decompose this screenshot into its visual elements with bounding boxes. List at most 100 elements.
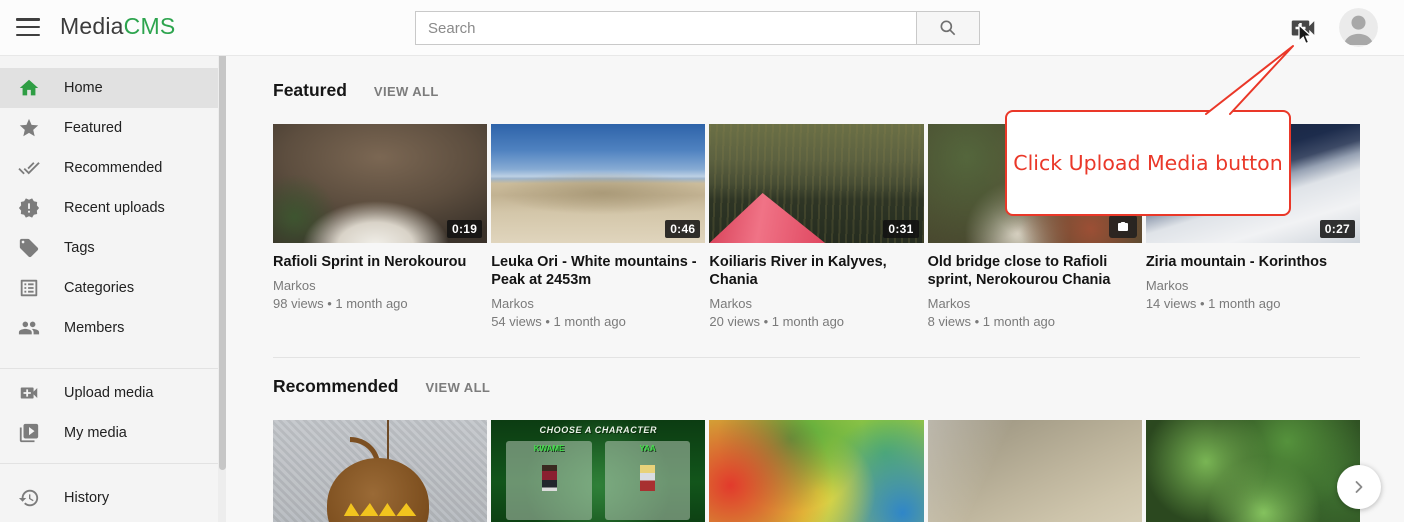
sidebar-item-label: History bbox=[64, 490, 109, 506]
annotation-callout: Click Upload Media button bbox=[1005, 110, 1291, 216]
sidebar: Home Featured Recommended Recent uploads… bbox=[0, 56, 226, 522]
search-bar bbox=[415, 11, 980, 45]
video-title[interactable]: Rafioli Sprint in Nerokourou bbox=[273, 253, 487, 271]
hamburger-menu-icon[interactable] bbox=[16, 18, 40, 38]
video-author: Markos bbox=[1146, 278, 1360, 293]
thumbnail-art: YAA bbox=[605, 441, 691, 520]
avatar-person-icon bbox=[1339, 8, 1378, 47]
sidebar-item-label: Members bbox=[64, 320, 124, 336]
app-logo[interactable]: MediaCMS bbox=[60, 13, 175, 40]
video-thumbnail[interactable] bbox=[273, 420, 487, 522]
double-check-icon bbox=[18, 157, 40, 179]
image-type-badge bbox=[1109, 215, 1137, 238]
thumbnail-art bbox=[709, 193, 825, 243]
sidebar-item-label: Home bbox=[64, 80, 103, 96]
duration-badge: 0:27 bbox=[1320, 220, 1355, 238]
new-releases-icon bbox=[18, 197, 40, 219]
upload-media-icon bbox=[18, 382, 40, 404]
sidebar-item-my-media[interactable]: My media bbox=[0, 413, 226, 453]
featured-section-header: Featured VIEW ALL bbox=[273, 56, 1360, 101]
video-thumbnail[interactable] bbox=[709, 420, 923, 522]
tag-icon bbox=[18, 237, 40, 259]
video-title[interactable]: Old bridge close to Rafioli sprint, Nero… bbox=[928, 253, 1142, 289]
duration-badge: 0:19 bbox=[447, 220, 482, 238]
chevron-right-icon bbox=[1349, 477, 1369, 497]
sidebar-item-history[interactable]: History bbox=[0, 478, 226, 518]
recommended-view-all-link[interactable]: VIEW ALL bbox=[425, 380, 490, 395]
video-author: Markos bbox=[928, 296, 1142, 311]
sidebar-divider bbox=[0, 463, 226, 464]
video-title[interactable]: Koiliaris River in Kalyves, Chania bbox=[709, 253, 923, 289]
video-thumbnail[interactable]: CHOOSE A CHARACTER KWAME YAA Selected Se… bbox=[491, 420, 705, 522]
video-author: Markos bbox=[273, 278, 487, 293]
sidebar-item-label: My media bbox=[64, 425, 127, 441]
sidebar-scrollbar-thumb[interactable] bbox=[219, 52, 226, 470]
thumbnail-art bbox=[542, 465, 557, 491]
sidebar-item-label: Recommended bbox=[64, 160, 162, 176]
sidebar-item-label: Upload media bbox=[64, 385, 153, 401]
carousel-next-button[interactable] bbox=[1337, 465, 1381, 509]
duration-badge: 0:31 bbox=[883, 220, 918, 238]
sidebar-scrollbar-track bbox=[218, 56, 226, 522]
video-thumbnail[interactable]: 0:31 bbox=[709, 124, 923, 243]
video-card: CHOOSE A CHARACTER KWAME YAA Selected Se… bbox=[491, 420, 705, 522]
sidebar-item-featured[interactable]: Featured bbox=[0, 108, 226, 148]
video-meta: 98 views • 1 month ago bbox=[273, 296, 487, 311]
thumbnail-art bbox=[387, 420, 390, 460]
video-library-icon bbox=[18, 422, 40, 444]
thumbnail-art bbox=[640, 465, 655, 491]
user-avatar[interactable] bbox=[1339, 8, 1378, 47]
search-button[interactable] bbox=[917, 11, 980, 45]
sidebar-item-members[interactable]: Members bbox=[0, 308, 226, 348]
video-thumbnail[interactable]: 0:19 bbox=[273, 124, 487, 243]
video-card bbox=[709, 420, 923, 522]
thumbnail-text: CHOOSE A CHARACTER bbox=[491, 425, 705, 435]
search-input[interactable] bbox=[415, 11, 917, 45]
video-author: Markos bbox=[491, 296, 705, 311]
sidebar-item-label: Categories bbox=[64, 280, 134, 296]
featured-view-all-link[interactable]: VIEW ALL bbox=[374, 84, 439, 99]
thumbnail-art bbox=[327, 458, 430, 522]
section-title: Recommended bbox=[273, 376, 398, 397]
sidebar-item-home[interactable]: Home bbox=[0, 68, 226, 108]
members-icon bbox=[18, 317, 40, 339]
video-card bbox=[1146, 420, 1360, 522]
thumbnail-text: KWAME bbox=[506, 444, 592, 453]
video-title[interactable]: Ziria mountain - Korinthos bbox=[1146, 253, 1360, 271]
video-thumbnail[interactable] bbox=[1146, 420, 1360, 522]
video-card: 0:31 Koiliaris River in Kalyves, Chania … bbox=[709, 124, 923, 329]
video-thumbnail[interactable]: 0:46 bbox=[491, 124, 705, 243]
sidebar-item-tags[interactable]: Tags bbox=[0, 228, 226, 268]
video-card: 0:19 Rafioli Sprint in Nerokourou Markos… bbox=[273, 124, 487, 329]
video-thumbnail[interactable] bbox=[928, 420, 1142, 522]
video-meta: 14 views • 1 month ago bbox=[1146, 296, 1360, 311]
section-title: Featured bbox=[273, 80, 347, 101]
thumbnail-text: YAA bbox=[605, 444, 691, 453]
sidebar-item-label: Featured bbox=[64, 120, 122, 136]
mediacms-app: MediaCMS bbox=[0, 0, 1404, 522]
sidebar-item-categories[interactable]: Categories bbox=[0, 268, 226, 308]
video-meta: 54 views • 1 month ago bbox=[491, 314, 705, 329]
video-meta: 20 views • 1 month ago bbox=[709, 314, 923, 329]
upload-media-icon bbox=[1288, 13, 1318, 43]
video-meta: 8 views • 1 month ago bbox=[928, 314, 1142, 329]
video-title[interactable]: Leuka Ori - White mountains - Peak at 24… bbox=[491, 253, 705, 289]
top-bar: MediaCMS bbox=[0, 0, 1404, 56]
upload-media-button[interactable] bbox=[1288, 13, 1318, 43]
video-card bbox=[273, 420, 487, 522]
video-card: 0:46 Leuka Ori - White mountains - Peak … bbox=[491, 124, 705, 329]
sidebar-item-upload-media[interactable]: Upload media bbox=[0, 373, 226, 413]
sidebar-item-recent-uploads[interactable]: Recent uploads bbox=[0, 188, 226, 228]
categories-icon bbox=[18, 277, 40, 299]
duration-badge: 0:46 bbox=[665, 220, 700, 238]
thumbnail-art: KWAME bbox=[506, 441, 592, 520]
sidebar-item-label: Recent uploads bbox=[64, 200, 165, 216]
sidebar-divider bbox=[0, 368, 226, 369]
recommended-section-header: Recommended VIEW ALL bbox=[273, 358, 1360, 397]
logo-cms-text: CMS bbox=[124, 13, 176, 39]
recommended-video-row: CHOOSE A CHARACTER KWAME YAA Selected Se… bbox=[273, 420, 1360, 522]
home-icon bbox=[18, 77, 40, 99]
history-icon bbox=[18, 487, 40, 509]
sidebar-item-recommended[interactable]: Recommended bbox=[0, 148, 226, 188]
star-icon bbox=[18, 117, 40, 139]
